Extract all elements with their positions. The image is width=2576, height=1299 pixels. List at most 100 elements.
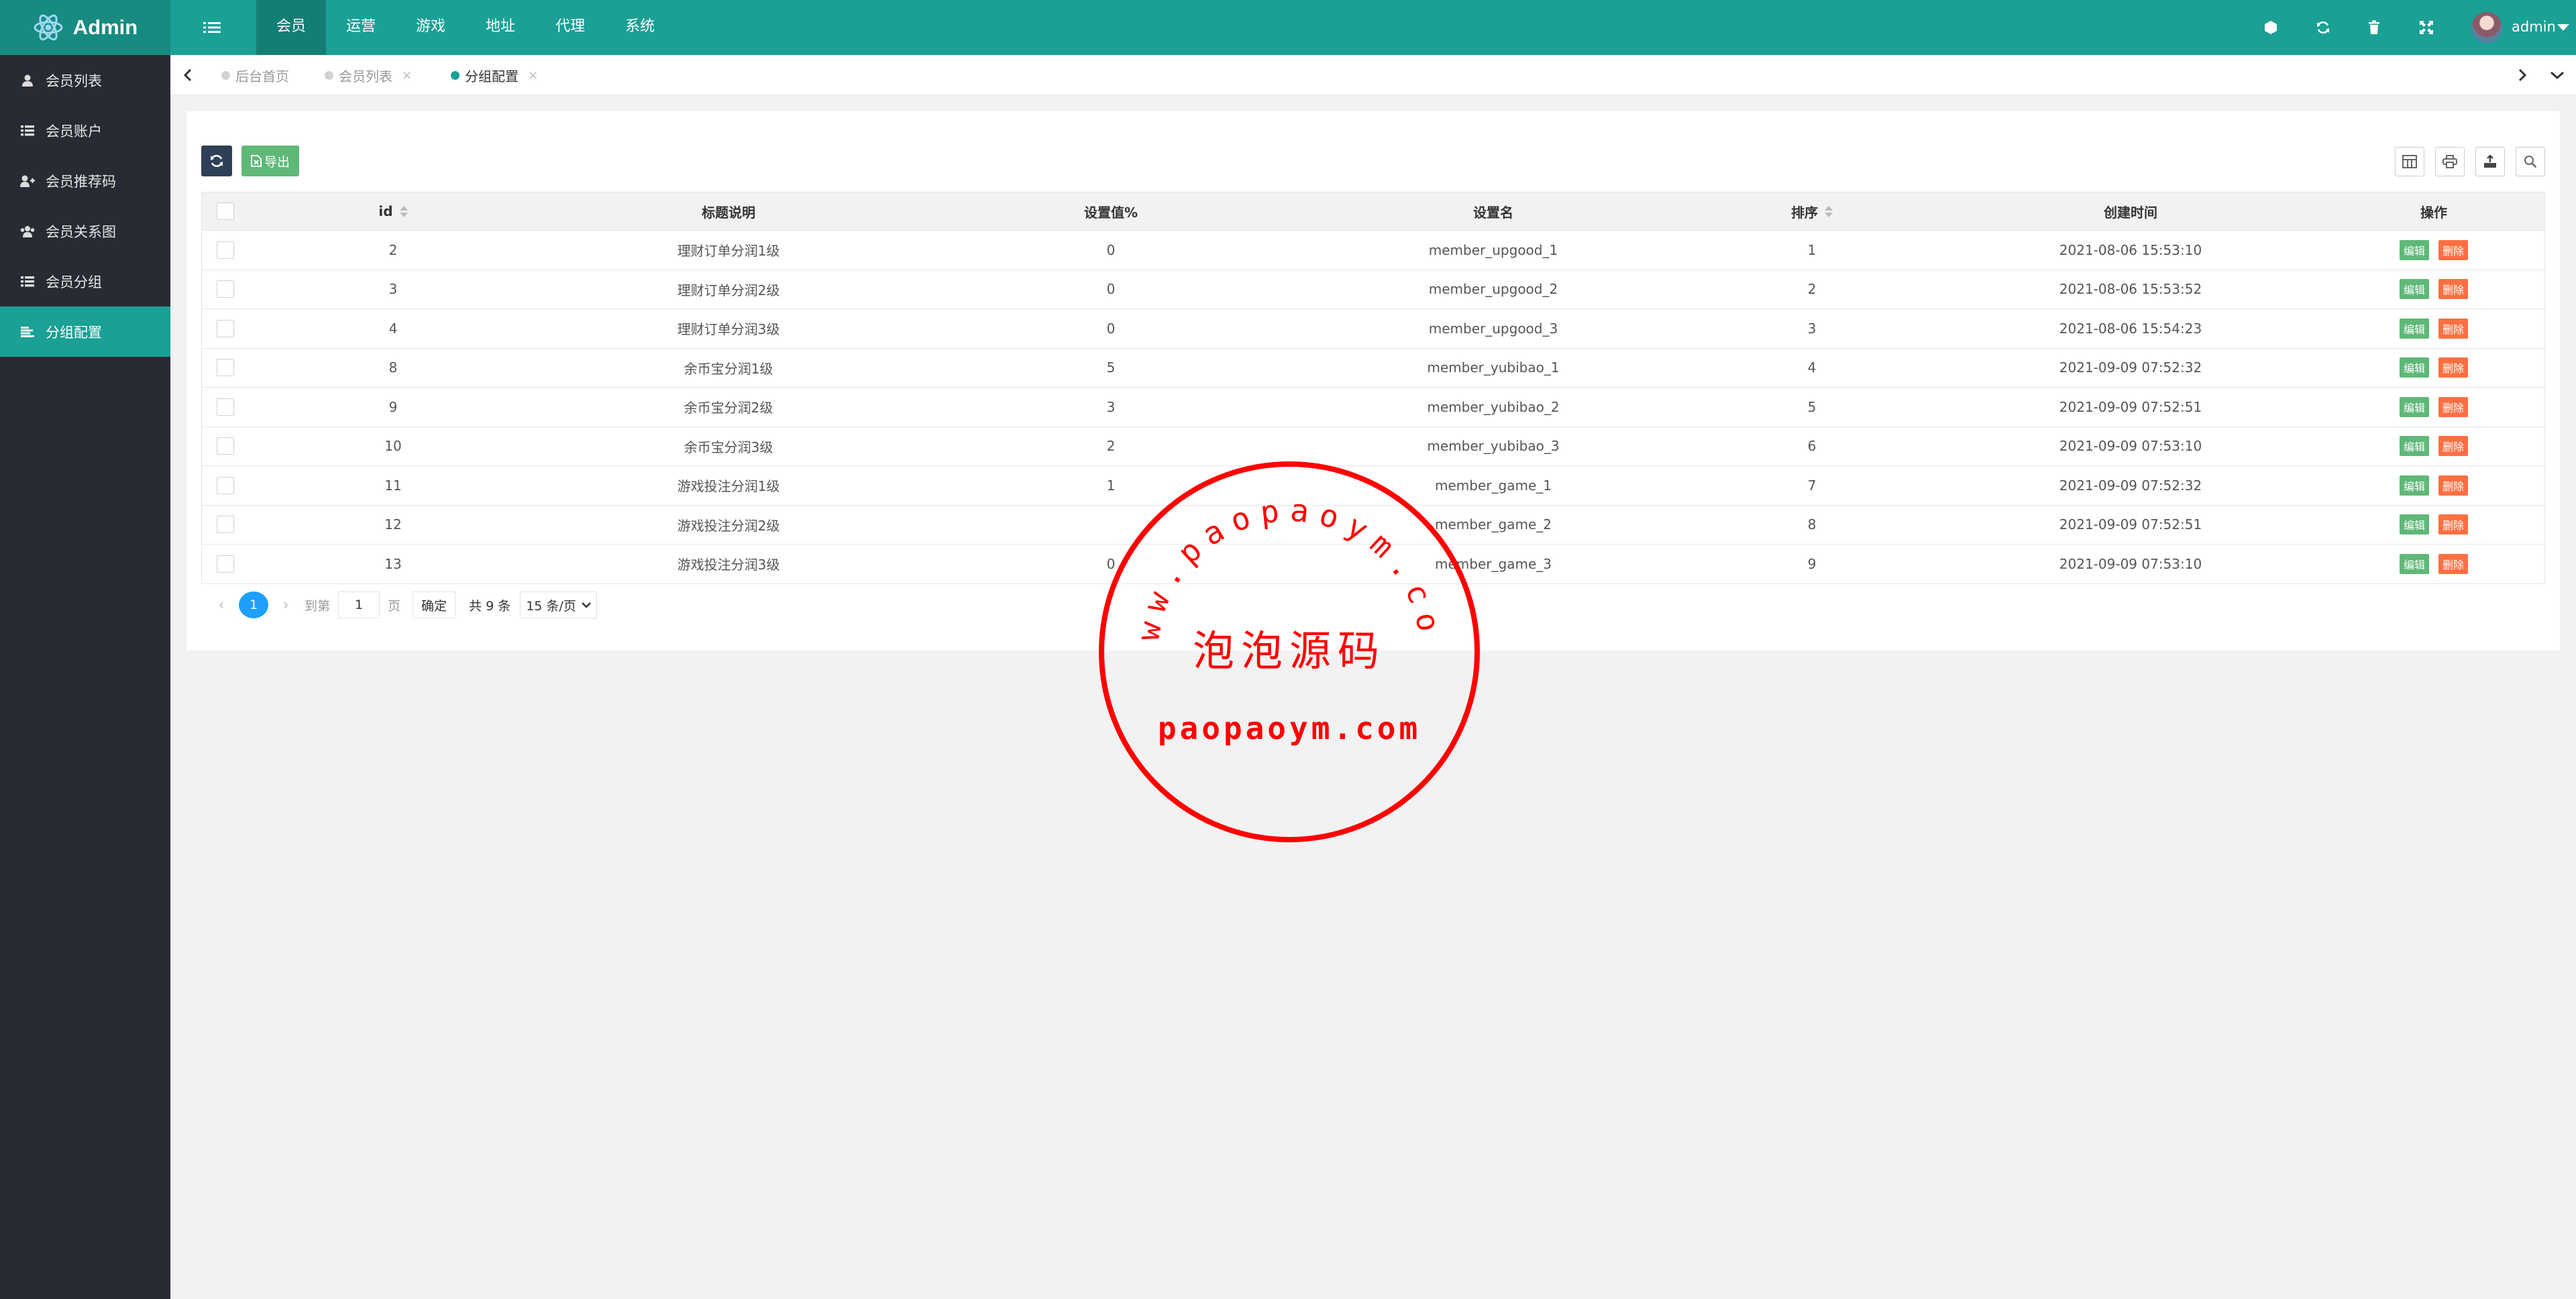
edit-button[interactable]: 编辑 [2399, 318, 2429, 339]
tab-close-icon[interactable]: × [402, 68, 412, 82]
tabs-menu-button[interactable] [2548, 66, 2567, 84]
delete-button[interactable]: 删除 [2438, 357, 2469, 378]
logo[interactable]: Admin [0, 0, 170, 55]
header-value: 设置值% [1083, 204, 1138, 221]
header-name: 设置名 [1473, 204, 1513, 221]
row-checkbox[interactable] [217, 476, 234, 494]
cell-value: 0 [1106, 281, 1116, 298]
table-body: 2 理财订单分润1级 0 member_upgood_1 1 2021-08-06 15:… [201, 231, 2545, 584]
sidebar-item-member-referral[interactable]: 会员推荐码 [0, 156, 170, 206]
export-button[interactable]: 导出 [241, 146, 299, 176]
tab-home[interactable]: 后台首页 [221, 55, 289, 95]
nav-member[interactable]: 会员 [256, 0, 326, 55]
tab-label: 会员列表 [339, 68, 392, 84]
cell-ops: 编辑 删除 [2322, 466, 2546, 505]
row-checkbox[interactable] [217, 319, 234, 337]
cell-title: 游戏投注分润2级 [677, 517, 780, 534]
avatar[interactable] [2471, 12, 2502, 43]
current-page[interactable]: 1 [239, 591, 268, 618]
cell-sort: 8 [1807, 516, 1817, 533]
cell-title: 理财订单分润3级 [677, 321, 780, 338]
sidebar-item-group-config[interactable]: 分组配置 [0, 306, 170, 357]
delete-button[interactable]: 删除 [2438, 396, 2469, 417]
refresh-page-button[interactable] [2312, 16, 2334, 39]
select-all-checkbox[interactable] [217, 203, 234, 220]
tab-group-config[interactable]: 分组配置 × [451, 55, 538, 95]
header-sort[interactable]: 排序 [1684, 192, 1939, 230]
delete-button[interactable]: 删除 [2438, 436, 2469, 457]
nav-agent[interactable]: 代理 [535, 0, 605, 55]
nav-operation[interactable]: 运营 [326, 0, 396, 55]
nav-game[interactable]: 游戏 [396, 0, 466, 55]
list-icon [20, 123, 35, 138]
edit-button[interactable]: 编辑 [2399, 396, 2429, 417]
table-row: 2 理财订单分润1级 0 member_upgood_1 1 2021-08-06 15:… [201, 231, 2545, 270]
print-icon [2443, 155, 2457, 168]
edit-button[interactable]: 编辑 [2399, 436, 2429, 457]
row-checkbox[interactable] [217, 555, 234, 573]
prev-page-button[interactable]: ‹ [208, 597, 235, 614]
nav-system[interactable]: 系统 [605, 0, 675, 55]
row-checkbox[interactable] [217, 516, 234, 534]
cell-sort: 2 [1807, 281, 1817, 298]
tabs-scroll-right-button[interactable] [2513, 66, 2532, 84]
export-data-button[interactable] [2475, 147, 2505, 176]
trash-icon [2369, 20, 2379, 34]
caret-down-icon[interactable] [2557, 24, 2569, 31]
delete-button[interactable]: 删除 [2438, 239, 2469, 260]
cell-created: 2021-08-06 15:53:10 [2059, 241, 2202, 258]
row-select-cell [202, 427, 249, 466]
clear-cache-button[interactable] [2363, 16, 2385, 39]
delete-button[interactable]: 删除 [2438, 553, 2469, 574]
sidebar-item-member-relation[interactable]: 会员关系图 [0, 206, 170, 256]
print-button[interactable] [2435, 147, 2465, 176]
row-checkbox[interactable] [217, 398, 234, 416]
fullscreen-button[interactable] [2415, 16, 2438, 39]
sort-icon[interactable] [1825, 205, 1833, 217]
delete-button[interactable]: 删除 [2438, 514, 2469, 535]
sort-icon[interactable] [399, 205, 408, 217]
delete-button[interactable]: 删除 [2438, 279, 2469, 300]
edit-button[interactable]: 编辑 [2399, 279, 2429, 300]
table-row: 10 余币宝分润3级 2 member_yubibao_3 6 2021-09-09 07… [201, 427, 2545, 466]
cell-title: 理财订单分润2级 [677, 282, 780, 298]
columns-icon [2402, 155, 2417, 168]
column-filter-button[interactable] [2395, 147, 2424, 176]
page-size-select[interactable]: 15 条/页 [520, 591, 597, 618]
total-count: 共 9 条 [469, 598, 511, 614]
search-toggle-button[interactable] [2516, 147, 2545, 176]
edit-button[interactable]: 编辑 [2399, 357, 2429, 378]
menu-toggle-button[interactable] [199, 17, 225, 38]
edit-button[interactable]: 编辑 [2399, 553, 2429, 574]
edit-button[interactable]: 编辑 [2399, 239, 2429, 260]
user-name[interactable]: admin [2512, 0, 2556, 55]
goto-confirm-button[interactable]: 确定 [413, 591, 456, 618]
reload-table-button[interactable] [201, 146, 232, 176]
cell-title: 余币宝分润1级 [684, 360, 773, 377]
row-checkbox[interactable] [217, 359, 234, 377]
next-page-button[interactable]: › [272, 597, 299, 614]
sidebar-item-member-account[interactable]: 会员账户 [0, 105, 170, 156]
header-select-all[interactable] [202, 192, 249, 230]
goto-page-input[interactable]: 1 [338, 591, 380, 618]
edit-button[interactable]: 编辑 [2399, 514, 2429, 535]
sidebar-item-member-group[interactable]: 会员分组 [0, 256, 170, 306]
row-checkbox[interactable] [217, 241, 234, 259]
theme-button[interactable] [2259, 16, 2282, 39]
nav-address[interactable]: 地址 [466, 0, 535, 55]
cell-ops: 编辑 删除 [2322, 388, 2546, 427]
sidebar-item-member-list[interactable]: 会员列表 [0, 55, 170, 105]
row-checkbox[interactable] [217, 280, 234, 298]
header-id[interactable]: id [249, 192, 537, 230]
row-select-cell [202, 270, 249, 309]
cell-created: 2021-09-09 07:53:10 [2059, 555, 2202, 572]
tab-member-list[interactable]: 会员列表 × [325, 55, 412, 95]
edit-button[interactable]: 编辑 [2399, 475, 2429, 496]
row-checkbox[interactable] [217, 437, 234, 455]
app-title: Admin [72, 15, 138, 39]
cell-title: 游戏投注分润3级 [677, 557, 780, 573]
tabs-scroll-left-button[interactable] [178, 66, 197, 84]
delete-button[interactable]: 删除 [2438, 475, 2469, 496]
tab-close-icon[interactable]: × [528, 68, 538, 82]
delete-button[interactable]: 删除 [2438, 318, 2469, 339]
